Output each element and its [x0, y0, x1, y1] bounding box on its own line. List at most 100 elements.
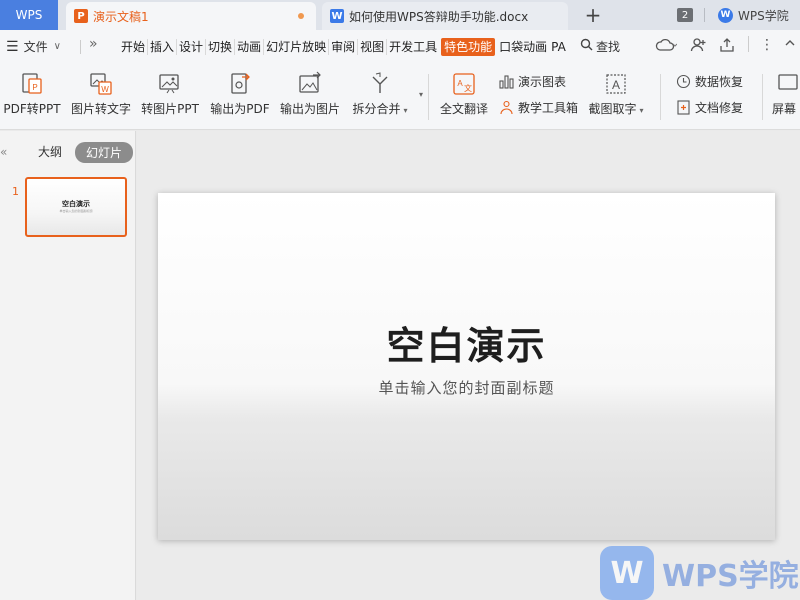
ribbon-tabs: 开始 插入 设计 切换 动画 幻灯片放映 审阅 视图 开发工具 特色功能 口袋动… [119, 38, 568, 56]
slides-panel: « 大纲 幻灯片 1 空白演示 单击输入您的封面副标题 [0, 131, 136, 600]
full-translate-button[interactable]: A文 全文翻译 [438, 70, 490, 116]
search-button[interactable]: 查找 [580, 38, 620, 55]
collapse-ribbon-icon[interactable] [784, 37, 796, 53]
teaching-toolbox-button[interactable]: 教学工具箱 [498, 99, 578, 116]
teaching-toolbox-label: 教学工具箱 [518, 101, 579, 115]
tab-special-features[interactable]: 特色功能 [441, 38, 496, 56]
pdf-to-ppt-label: PDF转PPT [3, 102, 61, 116]
image-to-text-label: 图片转文字 [70, 102, 131, 116]
pdf-to-ppt-button[interactable]: P PDF转PPT [3, 70, 61, 116]
tab-insert[interactable]: 插入 [148, 39, 178, 55]
screen-icon [772, 70, 800, 98]
svg-text:A: A [612, 78, 620, 92]
screenshot-ocr-button[interactable]: A 截图取字 ▾ [586, 70, 646, 118]
watermark-text: WPS学院 [662, 559, 799, 594]
translate-icon: A文 [450, 70, 478, 98]
tab-start[interactable]: 开始 [119, 39, 149, 55]
recovery-icon [675, 74, 691, 90]
tab-bar: WPS P 演示文稿1 W 如何使用WPS答辩助手功能.docx + 2 W W… [0, 0, 800, 30]
tab-word-doc[interactable]: W 如何使用WPS答辩助手功能.docx [322, 2, 568, 30]
share-icon[interactable] [719, 37, 735, 57]
full-translate-label: 全文翻译 [439, 102, 488, 116]
screenshot-ocr-icon: A [602, 70, 630, 98]
caret-down-icon: ▾ [403, 106, 408, 115]
image-to-ppt-button[interactable]: 转图片PPT [141, 70, 199, 116]
wps-academy-icon: W [718, 7, 733, 23]
screen-label: 屏幕 [772, 102, 797, 116]
svg-text:P: P [32, 83, 37, 92]
search-icon [580, 38, 593, 55]
export-image-label: 输出为图片 [279, 102, 340, 116]
cloud-sync-icon[interactable] [655, 37, 678, 57]
chart-icon [498, 74, 514, 90]
image-to-ppt-icon [156, 70, 184, 98]
menu-expand-button[interactable]: » [89, 36, 98, 52]
tab-pocket-animation[interactable]: 口袋动画 [497, 39, 549, 55]
file-menu[interactable]: ☰ 文件 ∨ [6, 38, 61, 55]
export-image-button[interactable]: 输出为图片 [279, 70, 341, 116]
image-to-text-icon: W [87, 70, 115, 98]
data-recovery-button[interactable]: 数据恢复 [675, 73, 743, 90]
unsaved-dot-icon [298, 13, 304, 19]
tab-presentation[interactable]: P 演示文稿1 [66, 2, 316, 30]
wps-academy-label: WPS学院 [738, 8, 789, 23]
tab-view[interactable]: 视图 [358, 39, 388, 55]
tab-design[interactable]: 设计 [177, 39, 207, 55]
slide-subtitle-placeholder[interactable]: 单击输入您的封面副标题 [158, 377, 775, 398]
word-doc-icon: W [330, 9, 344, 23]
split-merge-icon [366, 70, 394, 98]
window-count-badge[interactable]: 2 [677, 8, 693, 22]
slide-number: 1 [12, 185, 19, 198]
tab-animation[interactable]: 动画 [235, 39, 265, 55]
toolbar-divider [762, 74, 763, 120]
svg-text:A: A [457, 79, 463, 88]
slides-tab[interactable]: 幻灯片 [75, 142, 134, 163]
pdf-to-ppt-icon: P [18, 70, 46, 98]
more-options-icon[interactable]: ⋮ [760, 37, 774, 53]
data-recovery-label: 数据恢复 [695, 75, 744, 89]
caret-down-icon[interactable]: ▾ [419, 90, 423, 99]
tab-developer[interactable]: 开发工具 [387, 39, 439, 55]
tabbar-divider [704, 8, 705, 22]
outline-tab[interactable]: 大纲 [38, 143, 62, 160]
hamburger-icon: ☰ [6, 38, 19, 55]
repair-icon [675, 100, 691, 116]
demo-chart-button[interactable]: 演示图表 [498, 73, 566, 90]
screenshot-ocr-label: 截图取字 ▾ [588, 102, 644, 116]
slide-title[interactable]: 空白演示 [158, 315, 775, 370]
image-to-text-button[interactable]: W 图片转文字 [70, 70, 132, 116]
tab-transition[interactable]: 切换 [206, 39, 236, 55]
export-pdf-button[interactable]: 输出为PDF [210, 70, 270, 116]
tab-pa[interactable]: PA [549, 39, 568, 55]
tab-slideshow[interactable]: 幻灯片放映 [264, 39, 330, 55]
chevron-down-icon: ∨ [53, 41, 61, 52]
tab-presentation-label: 演示文稿1 [93, 9, 149, 24]
screen-tools-button[interactable]: 屏幕 [772, 70, 800, 116]
doc-repair-button[interactable]: 文档修复 [675, 99, 743, 116]
editing-canvas: 空白演示 单击输入您的封面副标题 [137, 131, 800, 600]
slide-thumbnail[interactable]: 空白演示 单击输入您的封面副标题 [25, 177, 127, 237]
tab-home[interactable]: WPS [0, 0, 58, 30]
tab-review[interactable]: 审阅 [329, 39, 359, 55]
search-label: 查找 [596, 40, 621, 54]
demo-chart-label: 演示图表 [518, 75, 567, 89]
thumb-subtitle: 单击输入您的封面副标题 [59, 209, 93, 213]
doc-repair-label: 文档修复 [695, 101, 744, 115]
teacher-icon [498, 100, 514, 116]
menu-bar: ☰ 文件 ∨ » 开始 插入 设计 切换 动画 幻灯片放映 审阅 视图 开发工具… [0, 30, 800, 64]
wps-academy-link[interactable]: W WPS学院 [718, 4, 789, 26]
toolbar-divider [428, 74, 429, 120]
current-slide[interactable]: 空白演示 单击输入您的封面副标题 [158, 193, 775, 540]
new-tab-button[interactable]: + [582, 3, 604, 27]
collapse-panel-icon[interactable]: « [0, 145, 7, 159]
wps-logo-icon: W [600, 546, 654, 600]
file-menu-label: 文件 [23, 40, 48, 54]
add-user-icon[interactable] [690, 37, 706, 57]
menu-divider [80, 40, 81, 54]
svg-text:W: W [101, 85, 109, 94]
tab-home-label: WPS [15, 8, 43, 22]
wps-academy-watermark: W WPS学院 [600, 546, 800, 600]
split-merge-button[interactable]: 拆分合并 ▾ [350, 70, 410, 118]
tab-word-doc-label: 如何使用WPS答辩助手功能.docx [349, 9, 529, 24]
presentation-doc-icon: P [74, 9, 88, 23]
